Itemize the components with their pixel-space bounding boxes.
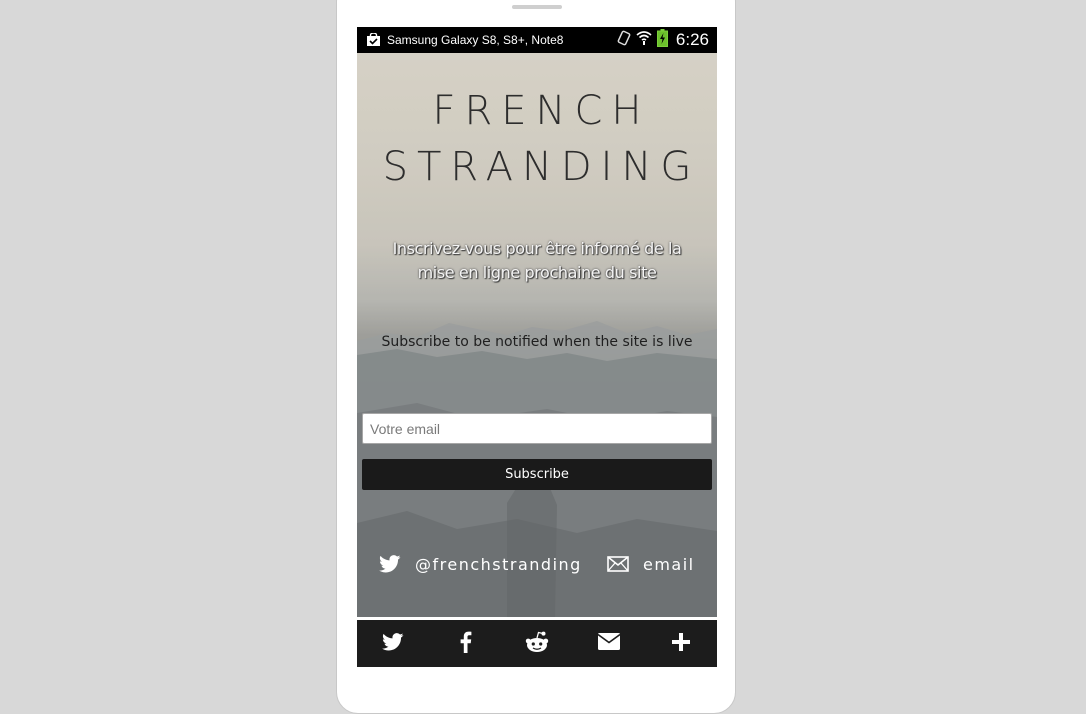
twitter-link[interactable]: @frenchstranding bbox=[379, 551, 582, 577]
subtitle-french: Inscrivez-vous pour être informé de la m… bbox=[392, 239, 682, 282]
battery-icon bbox=[656, 28, 668, 52]
mail-icon bbox=[597, 633, 621, 654]
phone-screen: Samsung Galaxy S8, S8+, Note8 6:26 FRENC… bbox=[357, 27, 717, 667]
envelope-icon bbox=[607, 556, 629, 572]
social-links: @frenchstranding email bbox=[357, 551, 717, 577]
device-name: Samsung Galaxy S8, S8+, Note8 bbox=[387, 33, 564, 47]
status-indicators: 6:26 bbox=[617, 27, 709, 53]
twitter-icon bbox=[382, 632, 404, 655]
shopping-bag-icon bbox=[365, 33, 381, 47]
reddit-icon bbox=[525, 631, 549, 657]
email-field[interactable] bbox=[362, 413, 712, 444]
email-label: email bbox=[643, 554, 695, 574]
plus-icon bbox=[672, 632, 690, 655]
share-more-button[interactable] bbox=[645, 620, 717, 667]
share-twitter-button[interactable] bbox=[357, 620, 429, 667]
clock: 6:26 bbox=[675, 30, 709, 49]
facebook-icon bbox=[459, 631, 472, 657]
subscribe-button[interactable]: Subscribe bbox=[362, 459, 712, 490]
status-bar: Samsung Galaxy S8, S8+, Note8 6:26 bbox=[357, 27, 717, 53]
twitter-icon bbox=[379, 555, 401, 573]
share-reddit-button[interactable] bbox=[501, 620, 573, 667]
subtitle-english: Subscribe to be notified when the site i… bbox=[381, 334, 693, 350]
title-line-1: FRENCH bbox=[432, 88, 651, 134]
device-speaker bbox=[512, 5, 562, 9]
share-email-button[interactable] bbox=[573, 620, 645, 667]
share-facebook-button[interactable] bbox=[429, 620, 501, 667]
wifi-icon bbox=[636, 30, 652, 51]
hero-background: FRENCH STRANDING Inscrivez-vous pour êtr… bbox=[357, 53, 717, 617]
rotate-icon bbox=[617, 30, 631, 51]
share-bar bbox=[357, 617, 717, 667]
email-link[interactable]: email bbox=[607, 551, 695, 577]
title-line-2: STRANDING bbox=[382, 144, 701, 190]
page-title: FRENCH STRANDING bbox=[357, 83, 717, 195]
twitter-handle: @frenchstranding bbox=[415, 554, 582, 574]
